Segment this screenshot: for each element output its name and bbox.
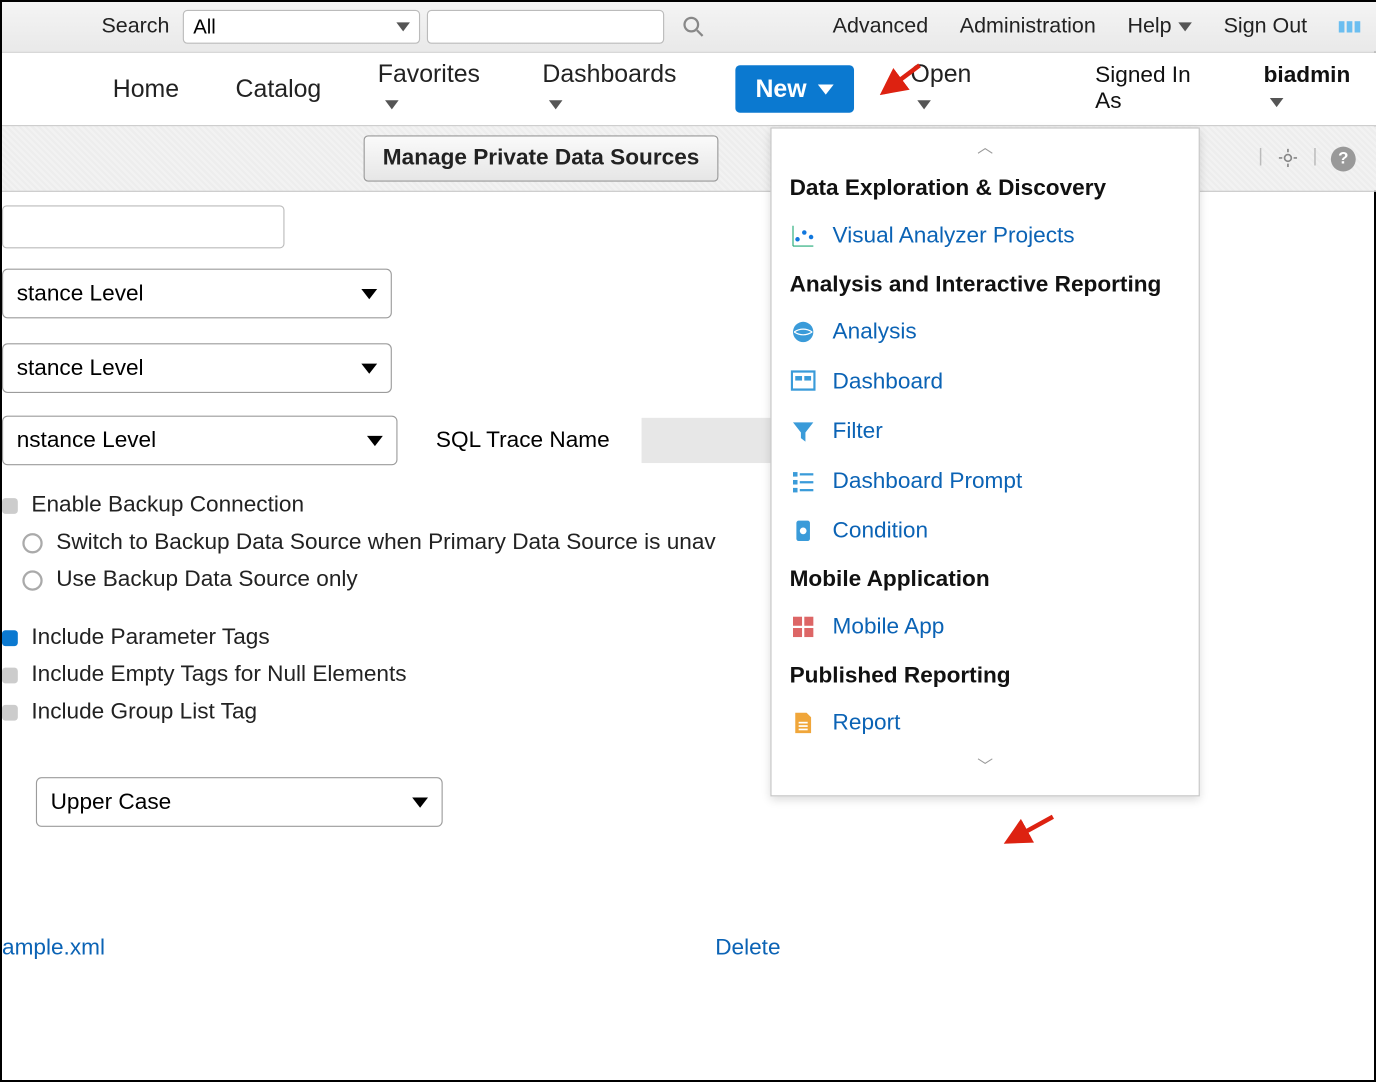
new-menu-dropdown: ︿ Data Exploration & Discovery Visual An…: [770, 127, 1199, 796]
menu-section-data-exploration: Data Exploration & Discovery: [772, 165, 1199, 211]
chevron-down-icon: [361, 363, 377, 373]
level-select-2[interactable]: stance Level: [2, 343, 392, 393]
report-icon: [790, 709, 817, 736]
chevron-down-icon: [367, 435, 383, 445]
chevron-down-icon: [1270, 98, 1284, 107]
app-grid-icon[interactable]: [1339, 21, 1360, 32]
dashboard-icon: [790, 368, 817, 395]
scroll-down-button[interactable]: ﹀: [772, 748, 1199, 784]
annotation-arrow: [996, 810, 1064, 861]
menu-section-analysis: Analysis and Interactive Reporting: [772, 261, 1199, 307]
include-empty-tags-checkbox[interactable]: [2, 667, 18, 683]
divider: |: [1258, 146, 1263, 171]
sql-trace-name-label: SQL Trace Name: [436, 427, 610, 453]
switch-backup-label: Switch to Backup Data Source when Primar…: [56, 530, 715, 556]
nav-favorites[interactable]: Favorites: [378, 60, 486, 119]
condition-icon: [790, 517, 817, 544]
include-parameter-tags-label: Include Parameter Tags: [31, 625, 269, 651]
search-icon: [682, 16, 705, 39]
menu-item-visual-analyzer-projects[interactable]: Visual Analyzer Projects: [772, 211, 1199, 261]
level-select-1[interactable]: stance Level: [2, 269, 392, 319]
settings-icon[interactable]: [1276, 146, 1299, 169]
administration-link[interactable]: Administration: [960, 14, 1096, 39]
manage-private-data-sources-button[interactable]: Manage Private Data Sources: [364, 135, 719, 181]
advanced-link[interactable]: Advanced: [833, 14, 929, 39]
level-select-3[interactable]: nstance Level: [2, 416, 398, 466]
menu-item-dashboard[interactable]: Dashboard: [772, 357, 1199, 407]
list-icon: [790, 468, 817, 495]
menu-item-dashboard-prompt[interactable]: Dashboard Prompt: [772, 456, 1199, 506]
nav-new-button[interactable]: New: [735, 65, 854, 112]
chart-scatter-icon: [790, 222, 817, 249]
chevron-down-icon: [397, 22, 411, 31]
annotation-arrow: [872, 59, 929, 110]
menu-item-filter[interactable]: Filter: [772, 407, 1199, 457]
sample-xml-link[interactable]: ample.xml: [2, 935, 105, 961]
menu-section-published: Published Reporting: [772, 652, 1199, 698]
include-parameter-tags-checkbox[interactable]: [2, 630, 18, 646]
filter-icon: [790, 418, 817, 445]
divider: |: [1313, 146, 1318, 171]
menu-item-analysis[interactable]: Analysis: [772, 307, 1199, 357]
scroll-up-button[interactable]: ︿: [772, 129, 1199, 165]
chevron-down-icon: [412, 797, 428, 807]
help-icon[interactable]: ?: [1331, 146, 1356, 171]
globe-icon: [790, 318, 817, 345]
chevron-down-icon: [385, 101, 399, 110]
nav-home[interactable]: Home: [113, 74, 179, 103]
use-backup-only-label: Use Backup Data Source only: [56, 567, 357, 593]
chevron-down-icon: [818, 84, 834, 94]
search-scope-select[interactable]: All: [183, 10, 420, 44]
nav-dashboards[interactable]: Dashboards: [542, 60, 678, 119]
include-group-list-tag-checkbox[interactable]: [2, 704, 18, 720]
top-bar: Search All Advanced Administration Help …: [2, 2, 1376, 53]
signout-link[interactable]: Sign Out: [1224, 14, 1308, 39]
chevron-down-icon: [1178, 22, 1192, 31]
use-backup-only-radio[interactable]: [22, 570, 42, 590]
include-group-list-tag-label: Include Group List Tag: [31, 699, 257, 725]
nav-catalog[interactable]: Catalog: [236, 74, 322, 103]
switch-backup-radio[interactable]: [22, 533, 42, 553]
menu-item-report[interactable]: Report: [772, 698, 1199, 748]
chevron-down-icon: [361, 288, 377, 298]
nav-bar: Home Catalog Favorites Dashboards New Op…: [2, 53, 1376, 126]
chevron-down-icon: [549, 101, 563, 110]
search-button[interactable]: [678, 11, 710, 43]
enable-backup-checkbox[interactable]: [2, 498, 18, 514]
menu-item-mobile-app[interactable]: Mobile App: [772, 602, 1199, 652]
include-empty-tags-label: Include Empty Tags for Null Elements: [31, 662, 406, 688]
menu-section-mobile: Mobile Application: [772, 556, 1199, 602]
signed-in-as-label: Signed In As: [1095, 63, 1207, 115]
user-menu[interactable]: biadmin: [1264, 63, 1358, 115]
case-select[interactable]: Upper Case: [36, 777, 443, 827]
mobile-icon: [790, 613, 817, 640]
search-scope-value: All: [193, 15, 216, 39]
search-input[interactable]: [427, 10, 664, 44]
search-label: Search: [101, 14, 169, 39]
enable-backup-label: Enable Backup Connection: [31, 492, 304, 518]
menu-item-condition[interactable]: Condition: [772, 506, 1199, 556]
delete-link[interactable]: Delete: [715, 935, 780, 961]
text-input[interactable]: [2, 205, 285, 248]
help-link[interactable]: Help: [1127, 14, 1191, 39]
